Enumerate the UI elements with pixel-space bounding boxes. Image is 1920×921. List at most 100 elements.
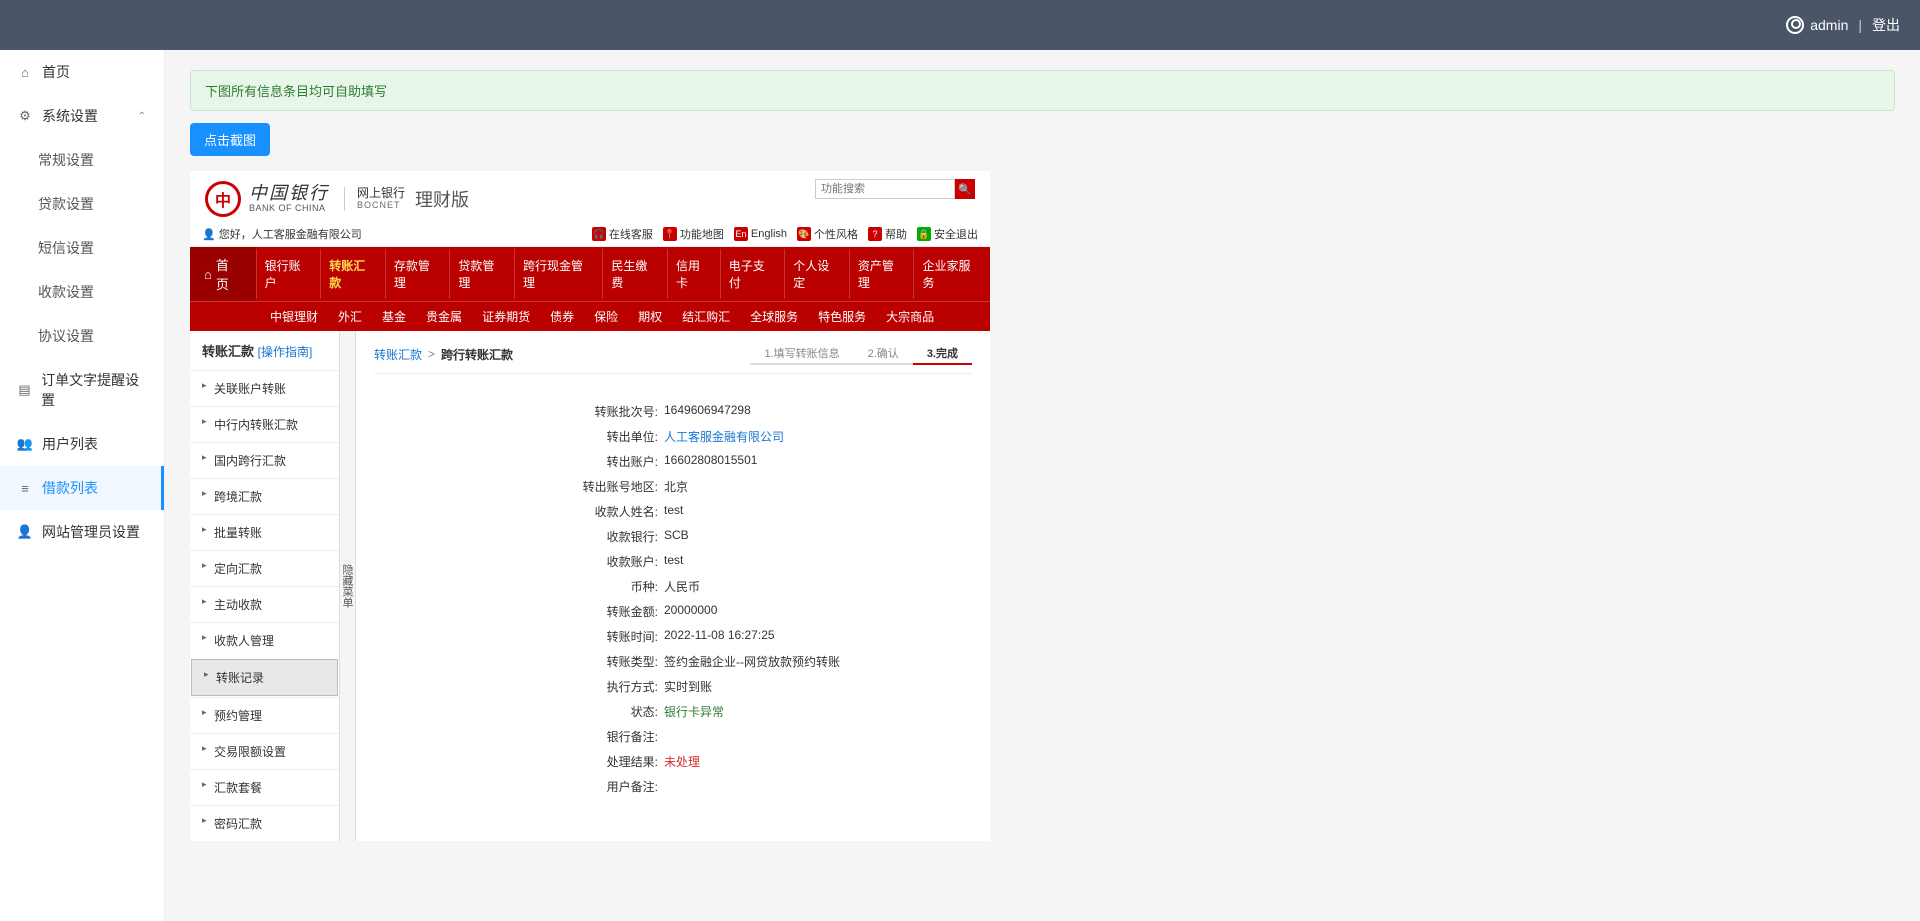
side-menu-item[interactable]: 关联账户转账 [190,370,339,406]
detail-value: test [664,503,683,520]
detail-row: 收款人姓名:test [384,499,962,524]
gear-icon: ⚙ [18,109,32,123]
sidebar-admins[interactable]: 👤网站管理员设置 [0,510,164,554]
nav-item[interactable]: 基金 [372,302,416,331]
detail-value: 未处理 [664,753,700,770]
person-icon: 👤 [18,525,32,539]
detail-row: 收款银行:SCB [384,524,962,549]
side-menu-item[interactable]: 国内跨行汇款 [190,442,339,478]
detail-label: 收款账户: [384,553,664,570]
nav-item[interactable]: 债券 [540,302,584,331]
sidebar-loans[interactable]: ≡借款列表 [0,466,164,510]
tb-map[interactable]: 📍功能地图 [663,226,724,242]
person-icon: 👤 [202,229,216,241]
bank-header: 中 中国银行 BANK OF CHINA 网上银行 BOCNET 理财版 🔍 [190,171,990,222]
nav-home[interactable]: ⌂首页 [190,247,256,301]
side-menu-item[interactable]: 密码汇款 [190,805,339,841]
side-menu-item[interactable]: 转账记录 [191,659,338,696]
nav-item[interactable]: 全球服务 [740,302,808,331]
tb-style[interactable]: 🎨个性风格 [797,226,858,242]
sidebar-order-text[interactable]: ▤订单文字提醒设置 [0,358,164,422]
detail-value: 人工客服金融有限公司 [664,428,784,445]
sidebar-sub-item[interactable]: 贷款设置 [0,182,164,226]
search-button[interactable]: 🔍 [955,179,975,199]
nav-item[interactable]: 转账汇款 [320,249,385,299]
wizard-steps: 1.填写转账信息2.确认3.完成 [750,343,972,365]
detail-label: 转账时间: [384,628,664,645]
nav-item[interactable]: 期权 [628,302,672,331]
logout-link[interactable]: 登出 [1872,15,1900,35]
sidebar-sub-item[interactable]: 协议设置 [0,314,164,358]
bank-nav: ⌂首页 银行账户转账汇款存款管理贷款管理跨行现金管理民生缴费信用卡电子支付个人设… [190,247,990,331]
nav-item[interactable]: 存款管理 [385,249,450,299]
nav-item[interactable]: 贷款管理 [449,249,514,299]
nav-item[interactable]: 跨行现金管理 [514,249,602,299]
home-icon: ⌂ [18,65,32,79]
bank-name-cn: 中国银行 [249,184,329,204]
nav-item[interactable]: 特色服务 [808,302,876,331]
bank-version: 理财版 [415,186,469,212]
crumb-1[interactable]: 转账汇款 [374,346,422,363]
detail-row: 转出账户:16602808015501 [384,449,962,474]
detail-row: 处理结果:未处理 [384,749,962,774]
detail-value: 16602808015501 [664,453,757,470]
admin-sidebar: ⌂首页 ⚙系统设置⌃ 常规设置贷款设置短信设置收款设置协议设置 ▤订单文字提醒设… [0,50,165,921]
side-menu-item[interactable]: 中行内转账汇款 [190,406,339,442]
lang-icon: En [734,227,748,241]
side-menu-item[interactable]: 批量转账 [190,514,339,550]
side-menu-item[interactable]: 汇款套餐 [190,769,339,805]
nav-item[interactable]: 电子支付 [720,249,785,299]
bank-logo: 中 中国银行 BANK OF CHINA [205,181,329,217]
nav-item[interactable]: 大宗商品 [876,302,944,331]
nav-item[interactable]: 信用卡 [667,249,720,299]
side-menu-item[interactable]: 收款人管理 [190,622,339,658]
sidebar-sub-item[interactable]: 短信设置 [0,226,164,270]
detail-row: 转出单位:人工客服金融有限公司 [384,424,962,449]
nav-item[interactable]: 外汇 [328,302,372,331]
nav-item[interactable]: 证券期货 [472,302,540,331]
detail-label: 转出账号地区: [384,478,664,495]
detail-value: 签约金融企业--网贷放款预约转账 [664,653,840,670]
side-title: 转账汇款 [操作指南] [190,331,339,370]
search-input[interactable] [815,179,955,199]
bank-name-en: BANK OF CHINA [249,204,329,214]
help-icon: ? [868,227,882,241]
bank-sub-cn: 网上银行 [357,187,405,200]
side-menu-item[interactable]: 跨境汇款 [190,478,339,514]
sidebar-users[interactable]: 👥用户列表 [0,422,164,466]
nav-item[interactable]: 企业家服务 [913,249,990,299]
tb-exit[interactable]: 🔒安全退出 [917,226,978,242]
detail-row: 转账金额:20000000 [384,599,962,624]
tb-help[interactable]: ?帮助 [868,226,907,242]
nav-item[interactable]: 保险 [584,302,628,331]
side-menu-item[interactable]: 定向汇款 [190,550,339,586]
side-menu-item[interactable]: 交易限额设置 [190,733,339,769]
sidebar-sub-item[interactable]: 收款设置 [0,270,164,314]
hide-menu-tab[interactable]: 隐藏菜单 [340,331,356,841]
side-menu-item[interactable]: 主动收款 [190,586,339,622]
screenshot-button[interactable]: 点击截图 [190,123,270,156]
bank-panel: 中 中国银行 BANK OF CHINA 网上银行 BOCNET 理财版 🔍 [190,171,990,841]
nav-item[interactable]: 银行账户 [256,249,321,299]
bank-toolbar: 👤您好，人工客服金融有限公司 🎧在线客服 📍功能地图 EnEnglish 🎨个性… [190,222,990,247]
side-menu-item[interactable]: 预约管理 [190,697,339,733]
detail-value: 实时到账 [664,678,712,695]
sidebar-settings[interactable]: ⚙系统设置⌃ [0,94,164,138]
nav-item[interactable]: 资产管理 [849,249,914,299]
detail-row: 银行备注: [384,724,962,749]
info-alert: 下图所有信息条目均可自助填写 [190,70,1895,111]
nav-item[interactable]: 结汇购汇 [672,302,740,331]
nav-item[interactable]: 贵金属 [416,302,472,331]
tb-contact[interactable]: 🎧在线客服 [592,226,653,242]
nav-item[interactable]: 民生缴费 [602,249,667,299]
sidebar-sub-item[interactable]: 常规设置 [0,138,164,182]
nav-item[interactable]: 个人设定 [784,249,849,299]
detail-label: 转出单位: [384,428,664,445]
guide-link[interactable]: [操作指南] [258,345,313,359]
user-name[interactable]: admin [1810,17,1848,33]
sidebar-home[interactable]: ⌂首页 [0,50,164,94]
detail-value: 人民币 [664,578,700,595]
detail-label: 币种: [384,578,664,595]
tb-english[interactable]: EnEnglish [734,227,787,241]
nav-item[interactable]: 中银理财 [260,302,328,331]
